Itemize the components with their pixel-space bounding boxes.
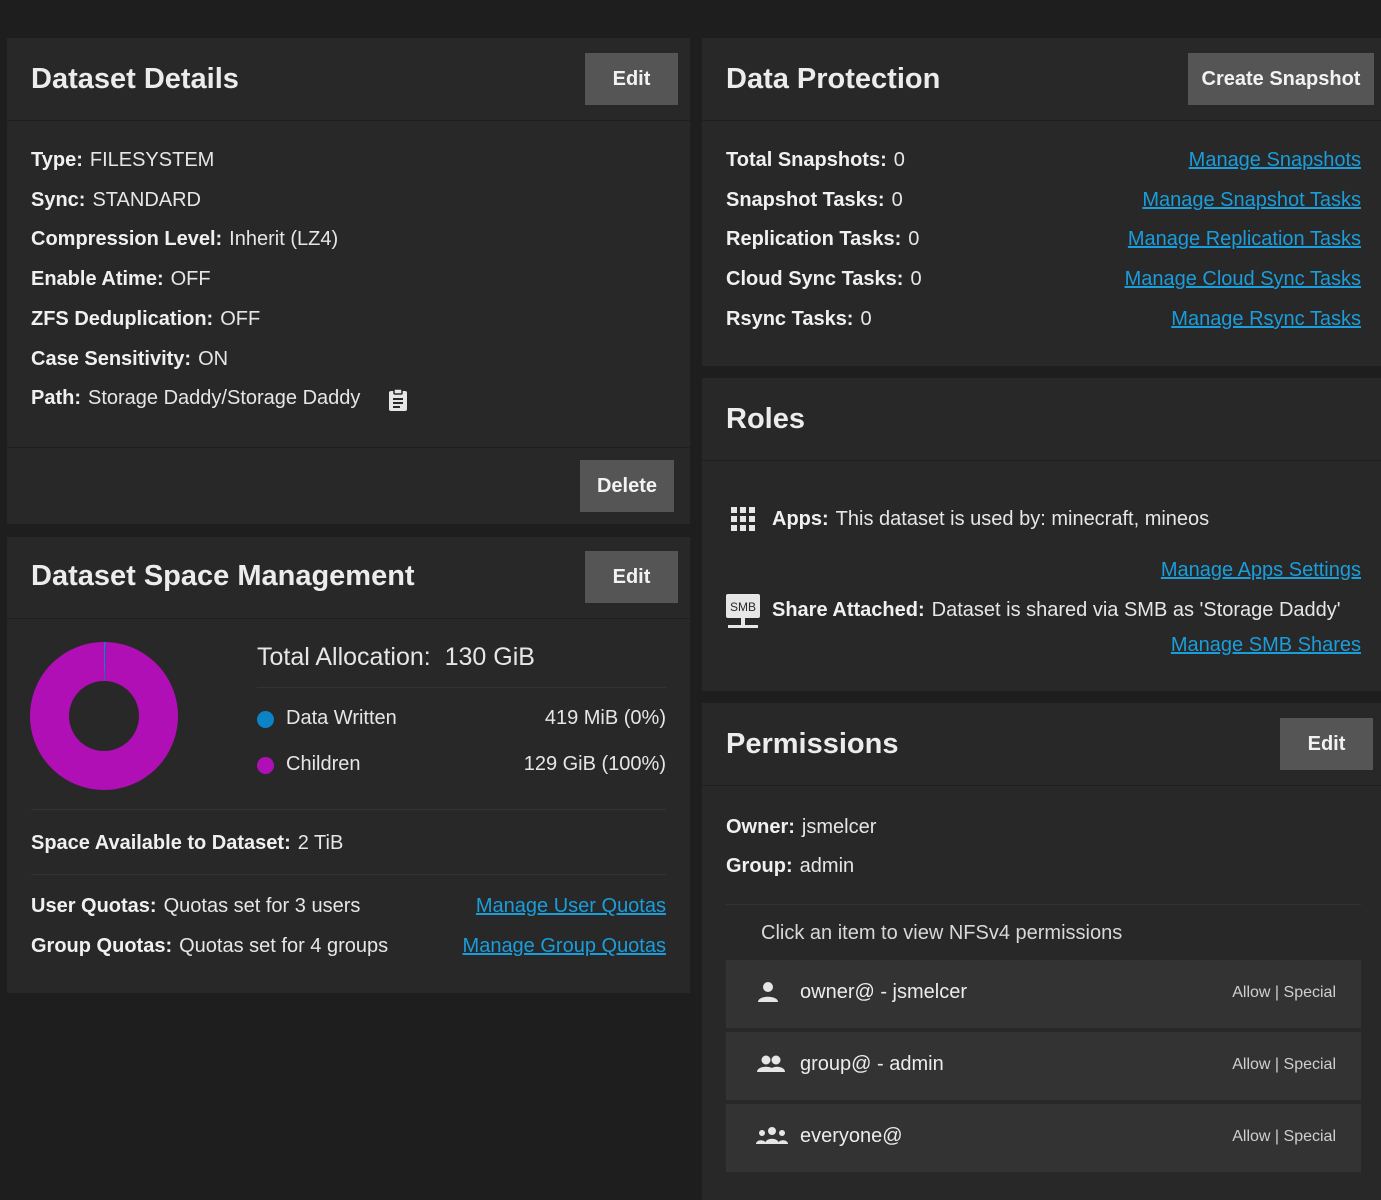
type-field: Type: FILESYSTEM	[31, 149, 215, 171]
acl-item-name: everyone@	[800, 1125, 903, 1147]
apps-field: Apps: This dataset is used by: minecraft,…	[772, 508, 1210, 530]
chart-divider	[31, 809, 666, 810]
total-allocation: Total Allocation: 130 GiB	[257, 643, 535, 671]
svg-text:SMB: SMB	[730, 600, 756, 614]
permissions-card: Permissions Edit Owner: jsmelcer Group: ad…	[702, 703, 1381, 1200]
manage-smb-shares-link[interactable]: Manage SMB Shares	[1171, 634, 1361, 657]
sync-field: Sync: STANDARD	[31, 189, 201, 211]
manage-group-quotas-link[interactable]: Manage Group Quotas	[463, 935, 666, 958]
children-dot	[257, 757, 274, 774]
children-value: 129 GiB (100%)	[523, 753, 666, 775]
smb-share-icon: SMB	[724, 592, 762, 635]
allocation-donut-chart	[30, 642, 178, 790]
permissions-edit-button[interactable]: Edit	[1280, 718, 1373, 770]
space-management-edit-button[interactable]: Edit	[585, 551, 678, 603]
manage-replication-tasks-link[interactable]: Manage Replication Tasks	[1128, 228, 1361, 251]
share-attached-field: Share Attached: Dataset is shared via SMB…	[772, 599, 1341, 621]
space-management-header: Dataset Space Management Edit	[7, 537, 690, 619]
data-written-value: 419 MiB (0%)	[544, 707, 666, 729]
permissions-divider	[726, 904, 1361, 905]
owner-field: Owner: jsmelcer	[726, 816, 877, 838]
space-management-card: Dataset Space Management Edit Total Allo…	[7, 537, 690, 993]
data-protection-card: Data Protection Create Snapshot Total Sn…	[702, 38, 1381, 366]
path-field: Path: Storage Daddy/Storage Daddy	[31, 387, 361, 409]
group-quotas-field: Group Quotas: Quotas set for 4 groups	[31, 935, 389, 957]
available-divider	[31, 874, 666, 875]
dataset-details-title: Dataset Details	[31, 63, 239, 95]
deduplication-field: ZFS Deduplication: OFF	[31, 308, 261, 330]
donut-hole	[69, 681, 139, 751]
compression-field: Compression Level: Inherit (LZ4)	[31, 228, 339, 250]
roles-card: Roles Apps: This dataset is used by: mine…	[702, 378, 1381, 691]
acl-item-owner[interactable]: owner@ - jsmelcer Allow | Special	[726, 960, 1361, 1028]
create-snapshot-button[interactable]: Create Snapshot	[1188, 53, 1374, 105]
group-field: Group: admin	[726, 855, 855, 877]
data-written-dot	[257, 711, 274, 728]
allocation-divider	[257, 687, 666, 688]
data-protection-title: Data Protection	[726, 63, 941, 95]
children-label: Children	[286, 753, 361, 775]
dataset-details-card: Dataset Details Edit Type: FILESYSTEM Syn…	[7, 38, 690, 524]
snapshot-tasks-field: Snapshot Tasks: 0	[726, 189, 903, 211]
acl-item-tag: Allow | Special	[1232, 1128, 1336, 1145]
acl-item-tag: Allow | Special	[1232, 984, 1336, 1001]
permissions-header: Permissions Edit	[702, 703, 1381, 786]
apps-grid-icon	[731, 507, 755, 536]
dataset-details-divider	[7, 447, 690, 448]
clipboard-icon[interactable]	[387, 388, 409, 417]
permissions-title: Permissions	[726, 728, 899, 760]
data-protection-header: Data Protection Create Snapshot	[702, 38, 1381, 121]
acl-item-name: owner@ - jsmelcer	[800, 981, 968, 1003]
group-icon	[756, 1052, 786, 1081]
replication-tasks-field: Replication Tasks: 0	[726, 228, 920, 250]
user-quotas-field: User Quotas: Quotas set for 3 users	[31, 895, 361, 917]
manage-rsync-tasks-link[interactable]: Manage Rsync Tasks	[1171, 308, 1361, 331]
acl-item-name: group@ - admin	[800, 1053, 944, 1075]
case-sensitivity-field: Case Sensitivity: ON	[31, 348, 229, 370]
manage-apps-settings-link[interactable]: Manage Apps Settings	[1161, 559, 1361, 582]
delete-dataset-button[interactable]: Delete	[580, 460, 674, 512]
data-written-label: Data Written	[286, 707, 397, 729]
cloud-sync-tasks-field: Cloud Sync Tasks: 0	[726, 268, 922, 290]
person-icon	[756, 980, 780, 1009]
acl-item-everyone[interactable]: everyone@ Allow | Special	[726, 1104, 1361, 1172]
dataset-details-edit-button[interactable]: Edit	[585, 53, 678, 105]
nfsv4-hint: Click an item to view NFSv4 permissions	[761, 922, 1123, 944]
acl-item-tag: Allow | Special	[1232, 1056, 1336, 1073]
rsync-tasks-field: Rsync Tasks: 0	[726, 308, 872, 330]
roles-header: Roles	[702, 378, 1381, 461]
space-management-title: Dataset Space Management	[31, 560, 415, 592]
atime-field: Enable Atime: OFF	[31, 268, 211, 290]
manage-cloud-sync-tasks-link[interactable]: Manage Cloud Sync Tasks	[1125, 268, 1361, 291]
dataset-details-header: Dataset Details Edit	[7, 38, 690, 121]
space-available-field: Space Available to Dataset: 2 TiB	[31, 832, 344, 854]
roles-title: Roles	[726, 403, 805, 435]
manage-snapshot-tasks-link[interactable]: Manage Snapshot Tasks	[1142, 189, 1361, 212]
manage-snapshots-link[interactable]: Manage Snapshots	[1189, 149, 1361, 172]
everyone-icon	[756, 1124, 788, 1153]
acl-item-group[interactable]: group@ - admin Allow | Special	[726, 1032, 1361, 1100]
manage-user-quotas-link[interactable]: Manage User Quotas	[476, 895, 666, 918]
total-snapshots-field: Total Snapshots: 0	[726, 149, 905, 171]
